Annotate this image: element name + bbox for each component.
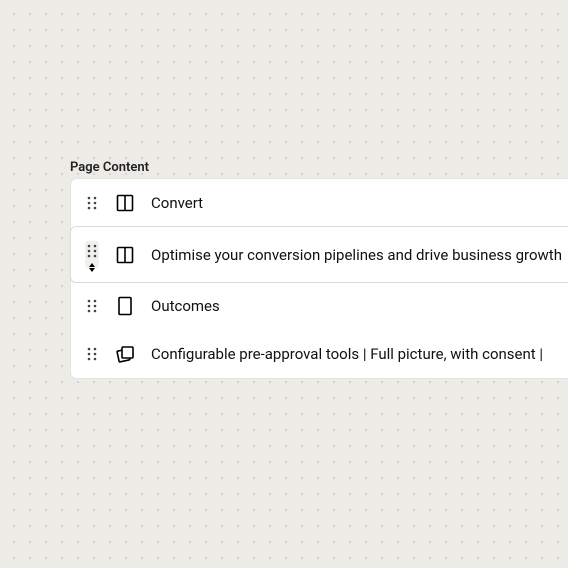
drag-handle-icon[interactable] bbox=[85, 196, 99, 210]
cards-icon bbox=[115, 344, 135, 364]
columns-icon bbox=[115, 245, 135, 265]
page-icon bbox=[115, 296, 135, 316]
page-content-panel: Convert Optimise your conversion pipelin… bbox=[70, 178, 568, 379]
block-label: Outcomes bbox=[151, 297, 220, 315]
drag-handle-icon[interactable] bbox=[85, 299, 99, 313]
block-label: Optimise your conversion pipelines and d… bbox=[151, 246, 562, 264]
columns-icon bbox=[115, 193, 135, 213]
block-row[interactable]: Outcomes bbox=[71, 282, 568, 330]
drag-handle-icon[interactable] bbox=[85, 241, 99, 268]
block-label: Convert bbox=[151, 194, 203, 212]
block-row[interactable]: Convert bbox=[71, 179, 568, 227]
block-row[interactable]: Optimise your conversion pipelines and d… bbox=[70, 226, 568, 283]
section-title: Page Content bbox=[70, 160, 149, 175]
block-label: Configurable pre-approval tools | Full p… bbox=[151, 345, 543, 363]
block-row[interactable]: Configurable pre-approval tools | Full p… bbox=[71, 330, 568, 378]
drag-handle-icon[interactable] bbox=[85, 347, 99, 361]
